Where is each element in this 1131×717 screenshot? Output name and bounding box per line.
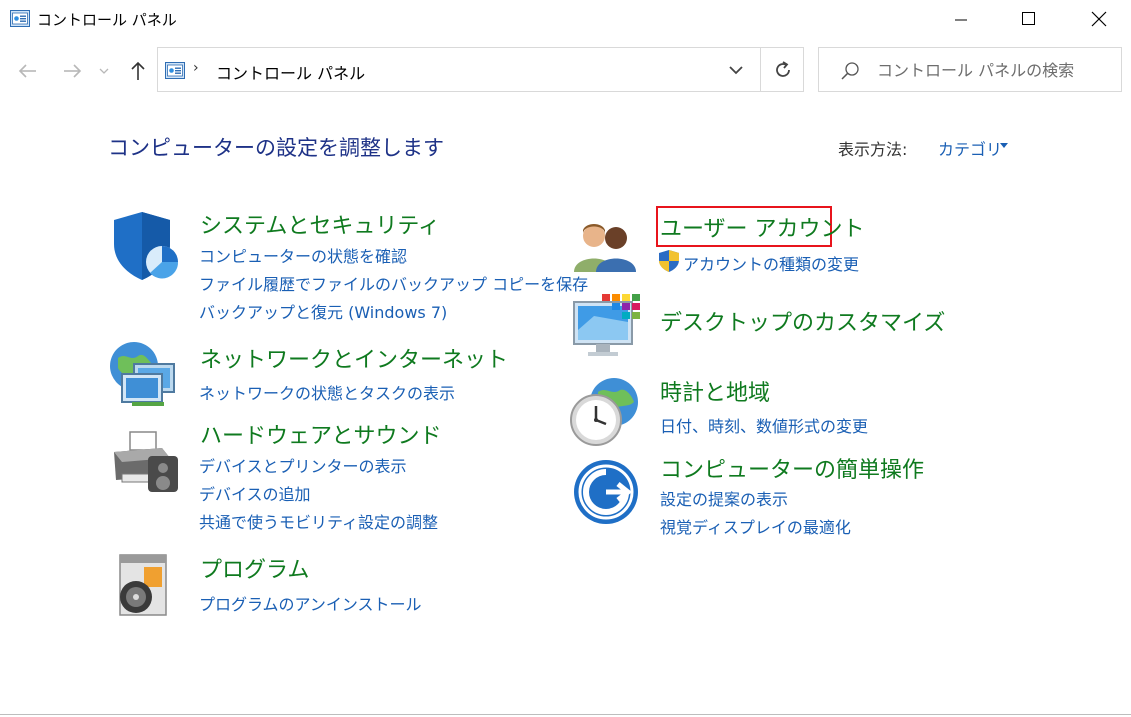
- search-box[interactable]: [818, 47, 1122, 92]
- address-bar[interactable]: › コントロール パネル: [157, 47, 804, 92]
- address-dropdown-button[interactable]: [724, 58, 748, 82]
- category-ease-of-access[interactable]: コンピューターの簡単操作: [660, 452, 924, 484]
- recent-locations-button[interactable]: [96, 56, 112, 86]
- view-by-label: 表示方法:: [838, 140, 908, 159]
- chevron-down-icon: [729, 66, 743, 75]
- link-mobility-settings[interactable]: 共通で使うモビリティ設定の調整: [199, 509, 438, 533]
- control-panel-icon: [10, 10, 30, 27]
- control-panel-icon: [165, 62, 185, 79]
- search-input[interactable]: [877, 58, 1107, 82]
- shield-icon[interactable]: [110, 210, 180, 284]
- link-devices-printers[interactable]: デバイスとプリンターの表示: [199, 453, 407, 477]
- network-icon[interactable]: [108, 340, 184, 410]
- clock-icon[interactable]: [568, 376, 640, 448]
- category-programs[interactable]: プログラム: [200, 552, 309, 584]
- category-desktop-customization[interactable]: デスクトップのカスタマイズ: [660, 305, 945, 337]
- bottom-divider: [0, 714, 1131, 715]
- page-title: コンピューターの設定を調整します: [108, 136, 444, 160]
- up-button[interactable]: [124, 56, 152, 86]
- programs-icon[interactable]: [114, 553, 174, 619]
- maximize-button[interactable]: [1005, 0, 1051, 40]
- close-icon: [1091, 11, 1107, 27]
- link-uninstall-program[interactable]: プログラムのアンインストール: [199, 591, 422, 615]
- view-by-dropdown[interactable]: カテゴリ: [938, 136, 1002, 160]
- link-review-computer-status[interactable]: コンピューターの状態を確認: [199, 243, 407, 267]
- breadcrumb-separator[interactable]: ›: [193, 60, 199, 76]
- forward-arrow-icon: [64, 64, 82, 78]
- printer-icon[interactable]: [108, 428, 182, 494]
- breadcrumb-control-panel[interactable]: コントロール パネル: [216, 60, 365, 84]
- link-suggested-settings[interactable]: 設定の提案の表示: [660, 486, 788, 510]
- refresh-icon: [776, 61, 790, 77]
- caret-down-icon[interactable]: [1000, 143, 1008, 148]
- window-title: コントロール パネル: [37, 11, 177, 29]
- category-network-internet[interactable]: ネットワークとインターネット: [200, 342, 508, 374]
- close-button[interactable]: [1075, 0, 1121, 40]
- link-change-account-type[interactable]: アカウントの種類の変更: [683, 251, 859, 275]
- ease-of-access-icon[interactable]: [572, 458, 640, 526]
- forward-button[interactable]: [58, 56, 86, 86]
- uac-shield-icon: [659, 250, 679, 272]
- minimize-button[interactable]: [938, 0, 984, 40]
- link-file-history-backup[interactable]: ファイル履歴でファイルのバックアップ コピーを保存: [199, 271, 588, 295]
- minimize-icon: [955, 19, 967, 21]
- link-add-device[interactable]: デバイスの追加: [199, 481, 311, 505]
- category-system-security[interactable]: システムとセキュリティ: [200, 208, 440, 240]
- link-date-time-format[interactable]: 日付、時刻、数値形式の変更: [660, 413, 868, 437]
- category-user-accounts[interactable]: ユーザー アカウント: [660, 211, 865, 243]
- link-optimize-display[interactable]: 視覚ディスプレイの最適化: [660, 514, 851, 538]
- search-icon: [841, 62, 859, 80]
- maximize-icon: [1022, 12, 1035, 25]
- category-hardware-sound[interactable]: ハードウェアとサウンド: [200, 418, 442, 450]
- back-arrow-icon: [18, 64, 36, 78]
- address-divider: [760, 48, 761, 91]
- category-clock-region[interactable]: 時計と地域: [660, 375, 770, 407]
- up-arrow-icon: [131, 61, 145, 80]
- refresh-button[interactable]: [771, 58, 795, 82]
- back-button[interactable]: [14, 56, 42, 86]
- link-network-status-tasks[interactable]: ネットワークの状態とタスクの表示: [199, 380, 455, 404]
- chevron-down-icon: [99, 68, 109, 74]
- users-icon[interactable]: [572, 218, 638, 274]
- title-bar: コントロール パネル: [0, 0, 1131, 40]
- desktop-icon[interactable]: [572, 292, 642, 362]
- link-backup-restore[interactable]: バックアップと復元 (Windows 7): [199, 299, 447, 323]
